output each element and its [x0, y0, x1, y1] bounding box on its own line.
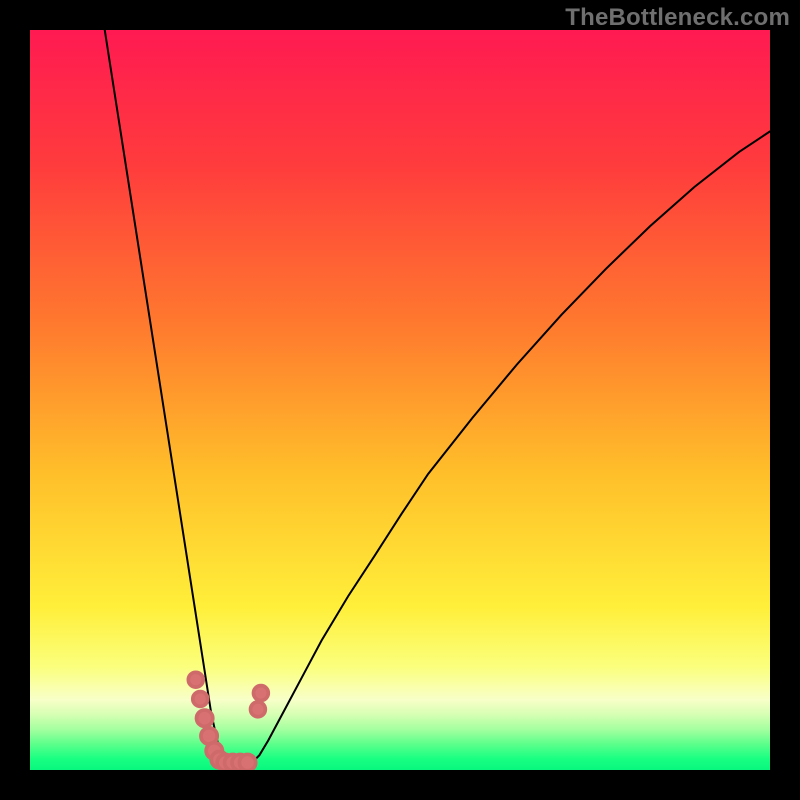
- plot-area: [30, 30, 770, 770]
- curve-marker: [239, 754, 255, 770]
- gradient-background: [30, 30, 770, 770]
- watermark-text: TheBottleneck.com: [565, 4, 790, 32]
- curve-marker: [197, 710, 213, 726]
- curve-marker: [188, 672, 203, 687]
- bottleneck-chart: [30, 30, 770, 770]
- curve-marker: [193, 692, 208, 707]
- curve-marker: [251, 702, 266, 717]
- frame: TheBottleneck.com: [0, 0, 800, 800]
- curve-marker: [253, 686, 268, 701]
